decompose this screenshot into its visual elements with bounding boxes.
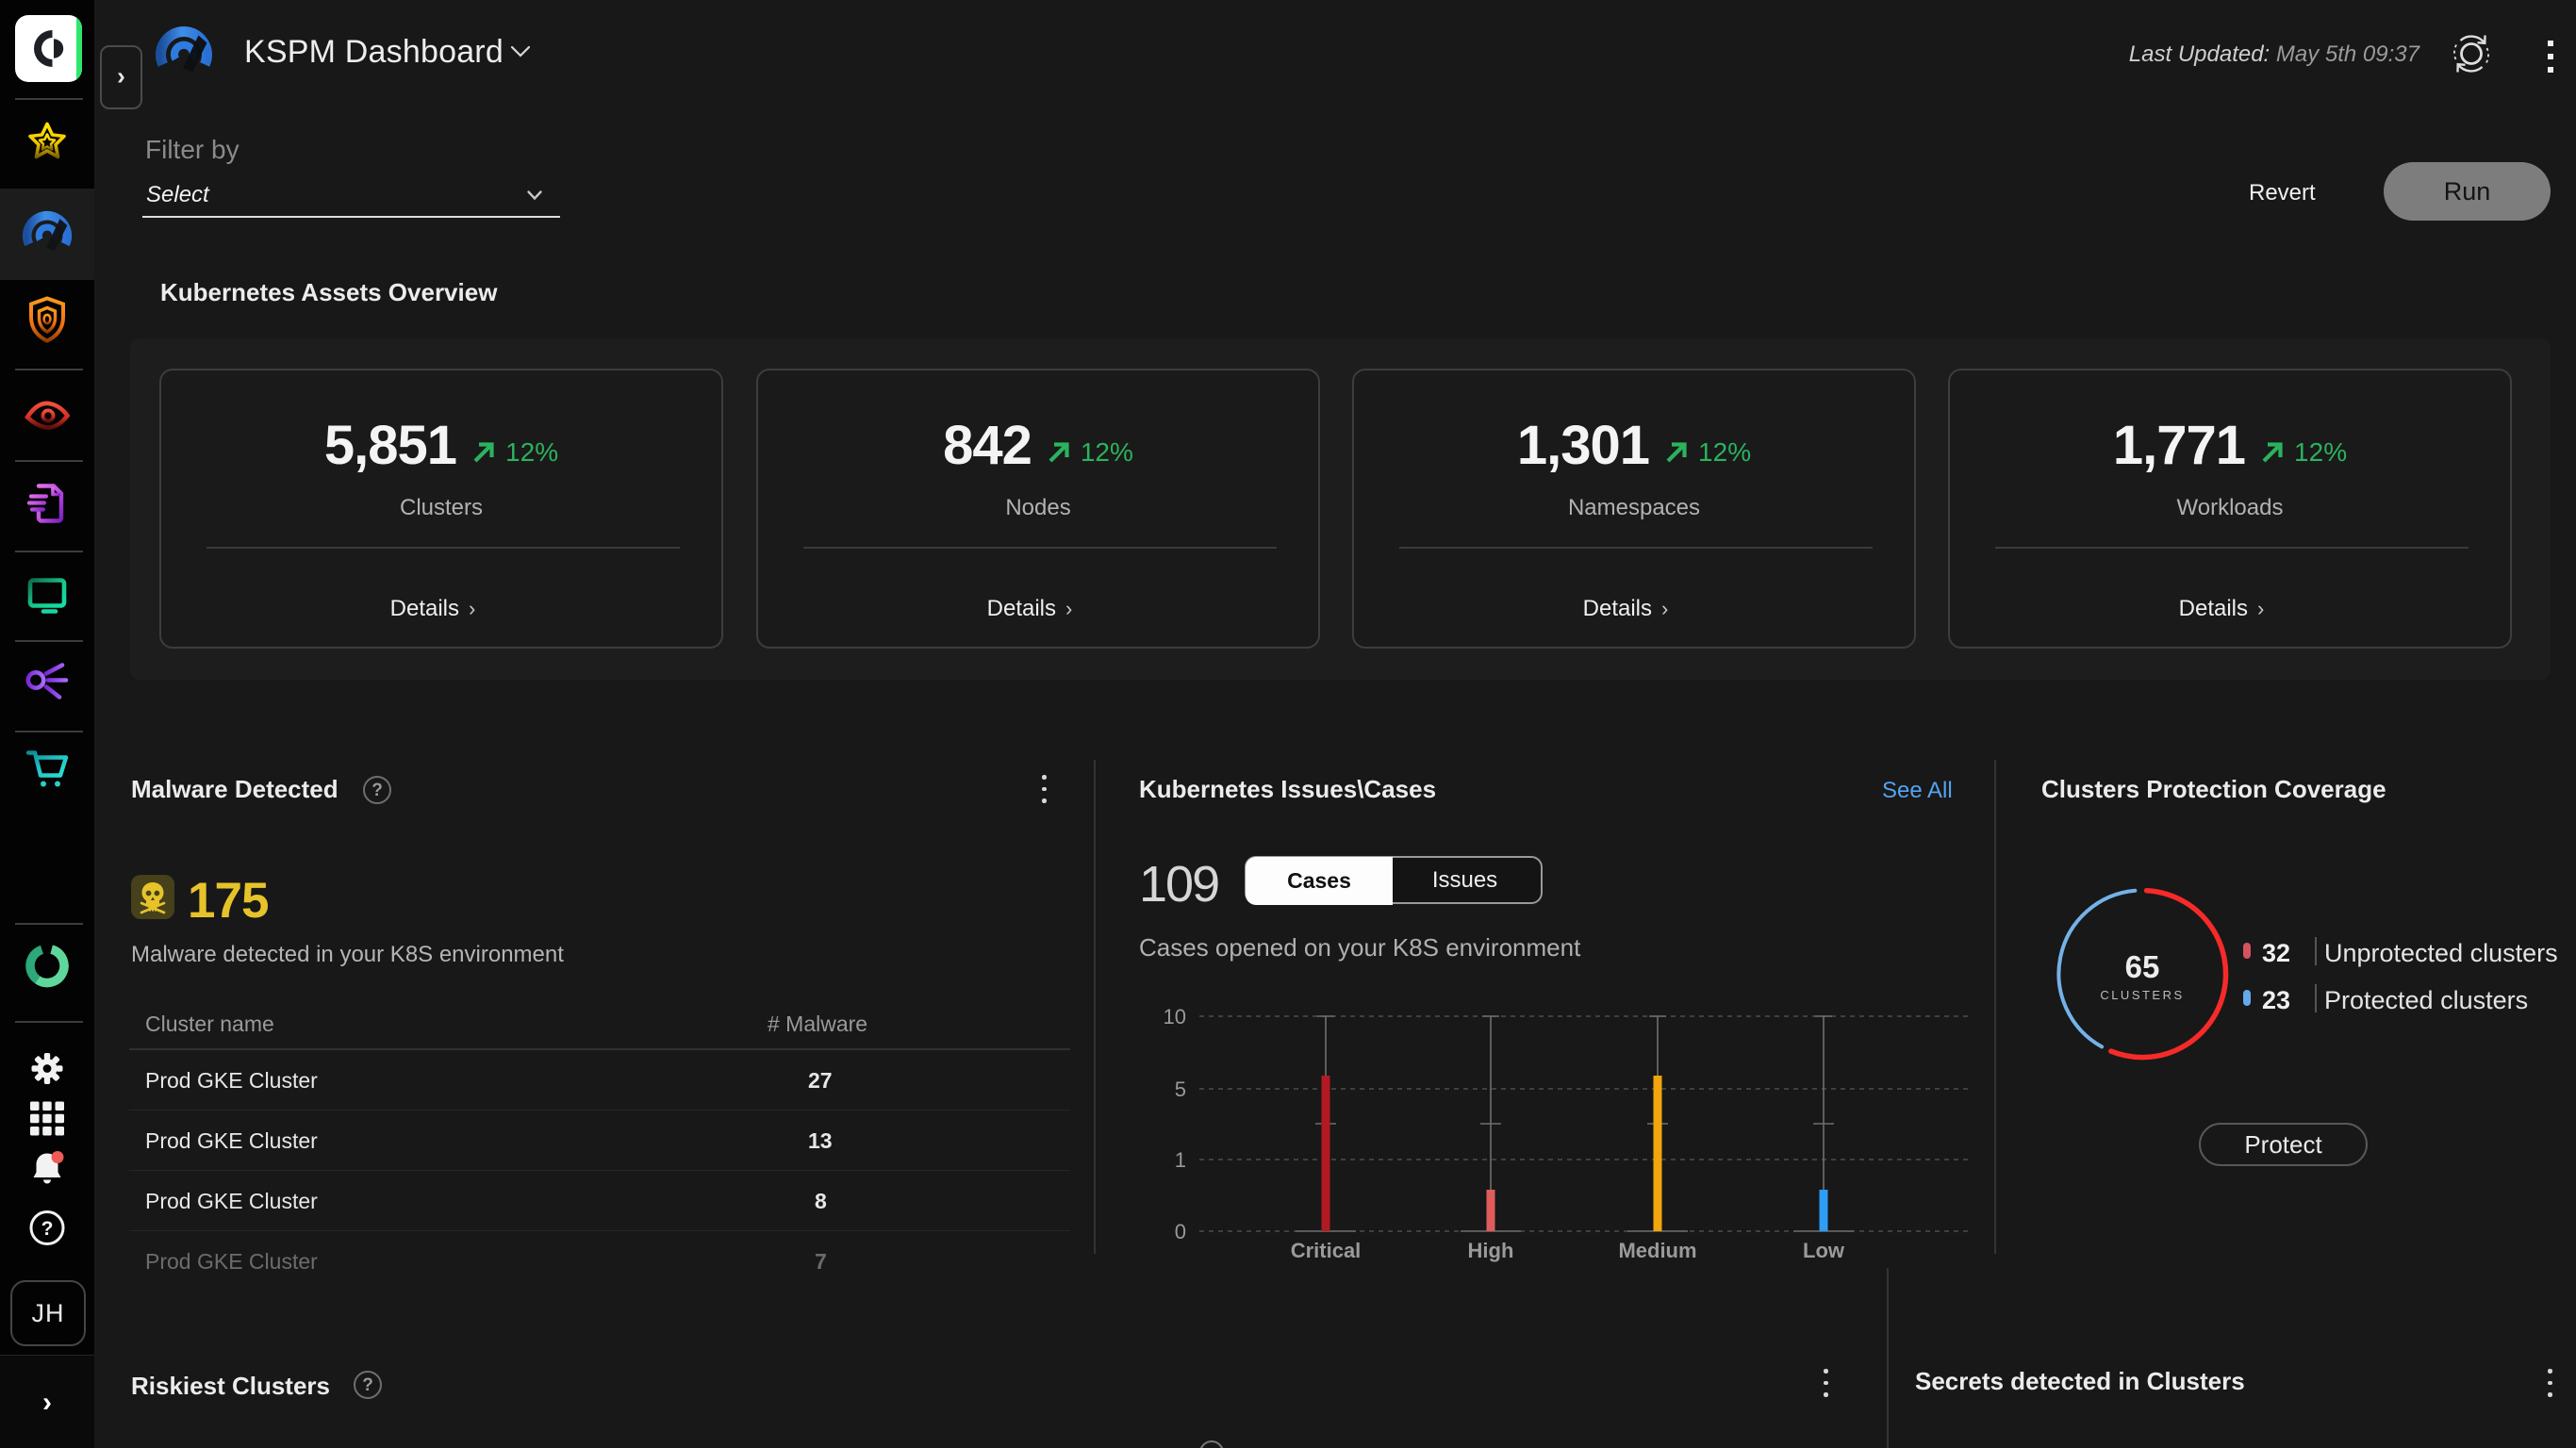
svg-text:High: High <box>1468 1239 1514 1262</box>
svg-text:Medium: Medium <box>1618 1239 1696 1262</box>
svg-text:0: 0 <box>1175 1220 1186 1243</box>
svg-text:Low: Low <box>1803 1239 1845 1262</box>
svg-text:?: ? <box>41 1218 54 1240</box>
svg-text:5: 5 <box>1175 1078 1186 1101</box>
svg-text:Critical: Critical <box>1291 1239 1362 1262</box>
svg-text:10: 10 <box>1164 1005 1186 1028</box>
svg-text:1: 1 <box>1175 1148 1186 1172</box>
